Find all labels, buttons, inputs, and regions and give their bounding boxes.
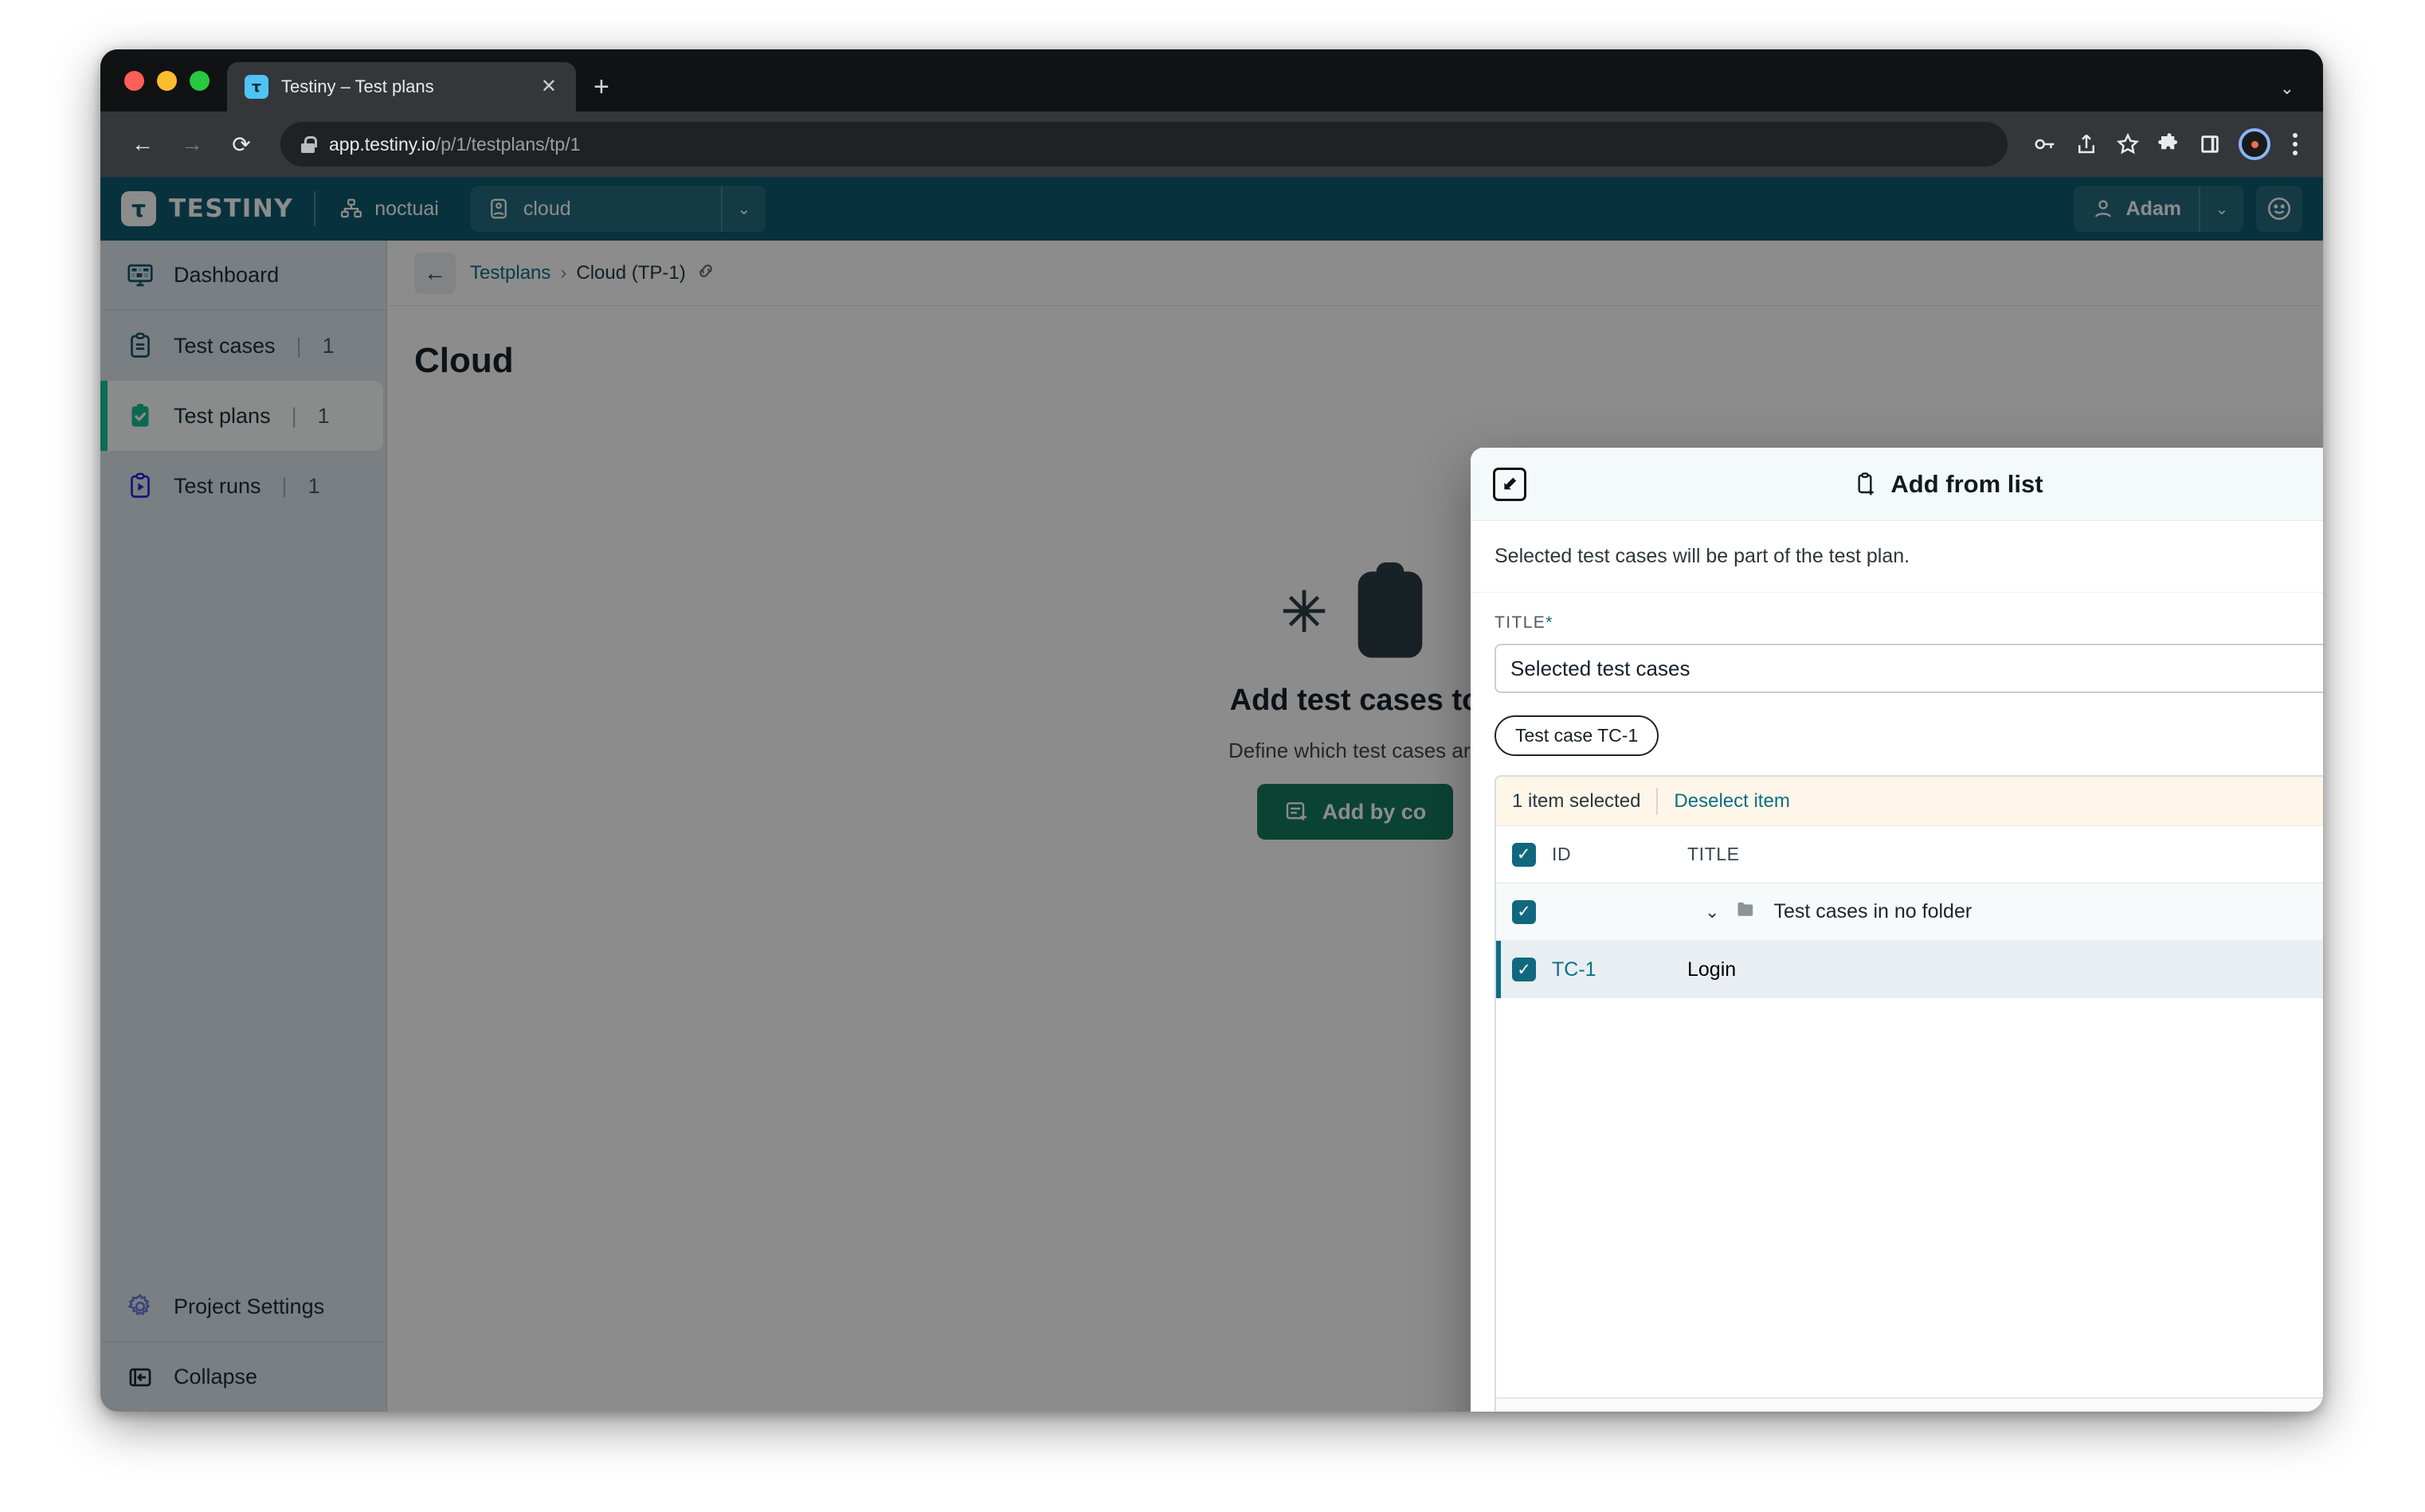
close-window-button[interactable]: [124, 71, 144, 91]
url-text: app.testiny.io/p/1/testplans/tp/1: [329, 134, 580, 155]
dialog-title: Add from list: [1890, 470, 2043, 499]
maximize-window-button[interactable]: [190, 71, 210, 91]
row-id-cell[interactable]: TC-1: [1552, 958, 1671, 981]
dialog-body: TITLE* Selected test cases Test case TC-…: [1471, 593, 2323, 1412]
folder-icon: [1735, 898, 1757, 926]
reload-button[interactable]: ⟳: [220, 123, 263, 166]
selection-count: 1 item selected: [1512, 790, 1640, 813]
add-from-list-dialog: ⬋ Add from list ✕ Selected test cases wi…: [1471, 448, 2323, 1412]
side-panel-icon[interactable]: [2199, 133, 2221, 155]
url-path: /p/1/testplans/tp/1: [436, 134, 581, 155]
row-title-cell: Login: [1687, 958, 1736, 981]
clipboard-plus-icon: [1854, 472, 1879, 497]
column-header-title: TITLE: [1687, 844, 1740, 865]
folder-title: Test cases in no folder: [1773, 900, 1972, 923]
folder-expand-chevron-icon[interactable]: ⌄: [1705, 902, 1719, 922]
browser-tab[interactable]: τ Testiny – Test plans ✕: [227, 62, 576, 112]
chrome-menu-icon[interactable]: [2288, 133, 2302, 155]
deselect-item-link[interactable]: Deselect item: [1674, 790, 1789, 813]
dialog-header: ⬋ Add from list ✕: [1471, 448, 2323, 521]
tab-title: Testiny – Test plans: [281, 76, 523, 97]
test-case-grid: 1 item selected Deselect item ✓ ID TITLE…: [1495, 775, 2323, 1412]
table-row[interactable]: ✓ TC-1 Login: [1496, 941, 2323, 998]
title-input[interactable]: Selected test cases: [1495, 644, 2323, 693]
tab-list-chevron-icon[interactable]: ⌄: [2280, 78, 2294, 99]
back-button[interactable]: ←: [121, 123, 164, 166]
selection-divider: [1656, 788, 1658, 815]
toolbar-icons: [2025, 128, 2302, 160]
select-all-checkbox[interactable]: ✓: [1512, 843, 1536, 867]
required-mark: *: [1545, 613, 1553, 632]
share-icon[interactable]: [2074, 132, 2098, 156]
minimize-window-button[interactable]: [157, 71, 177, 91]
grid-header-row: ✓ ID TITLE: [1496, 826, 2323, 883]
browser-toolbar: ← → ⟳ app.testiny.io/p/1/testplans/tp/1: [100, 112, 2323, 177]
pagination-bar: AUTO ⌄ per page 1 result: [1496, 1397, 2323, 1412]
url-domain: app.testiny.io: [329, 134, 436, 155]
tab-strip: τ Testiny – Test plans ✕ + ⌄: [100, 49, 2323, 112]
window-controls: [100, 71, 210, 112]
lock-icon: [301, 136, 315, 153]
title-label-text: TITLE: [1495, 613, 1545, 632]
selected-test-case-chip[interactable]: Test case TC-1: [1495, 715, 1659, 756]
expand-dialog-icon[interactable]: ⬋: [1493, 468, 1526, 501]
dialog-subtitle: Selected test cases will be part of the …: [1471, 521, 2323, 593]
profile-avatar[interactable]: [2239, 128, 2270, 160]
dialog-title-wrap: Add from list: [1471, 470, 2323, 499]
address-bar[interactable]: app.testiny.io/p/1/testplans/tp/1: [280, 122, 2008, 166]
folder-checkbox[interactable]: ✓: [1512, 900, 1536, 924]
folder-row[interactable]: ✓ ⌄ Test cases in no folder: [1496, 883, 2323, 941]
row-checkbox[interactable]: ✓: [1512, 958, 1536, 981]
selection-bar: 1 item selected Deselect item: [1496, 777, 2323, 826]
title-input-value: Selected test cases: [1510, 656, 1690, 681]
title-field-label: TITLE*: [1495, 613, 2323, 633]
new-tab-button[interactable]: +: [594, 73, 609, 100]
forward-button[interactable]: →: [170, 123, 214, 166]
column-header-id: ID: [1552, 844, 1671, 865]
favicon-icon: τ: [245, 75, 268, 99]
extensions-puzzle-icon[interactable]: [2157, 132, 2181, 156]
grid-empty-area: [1496, 998, 2323, 1397]
bookmark-star-icon[interactable]: [2116, 132, 2140, 156]
testiny-app: τ TESTINY noctuai cloud ⌄: [100, 177, 2323, 1412]
browser-window: τ Testiny – Test plans ✕ + ⌄ ← → ⟳ app.t…: [100, 49, 2323, 1412]
key-icon[interactable]: [2033, 132, 2057, 156]
tab-close-icon[interactable]: ✕: [536, 77, 562, 96]
